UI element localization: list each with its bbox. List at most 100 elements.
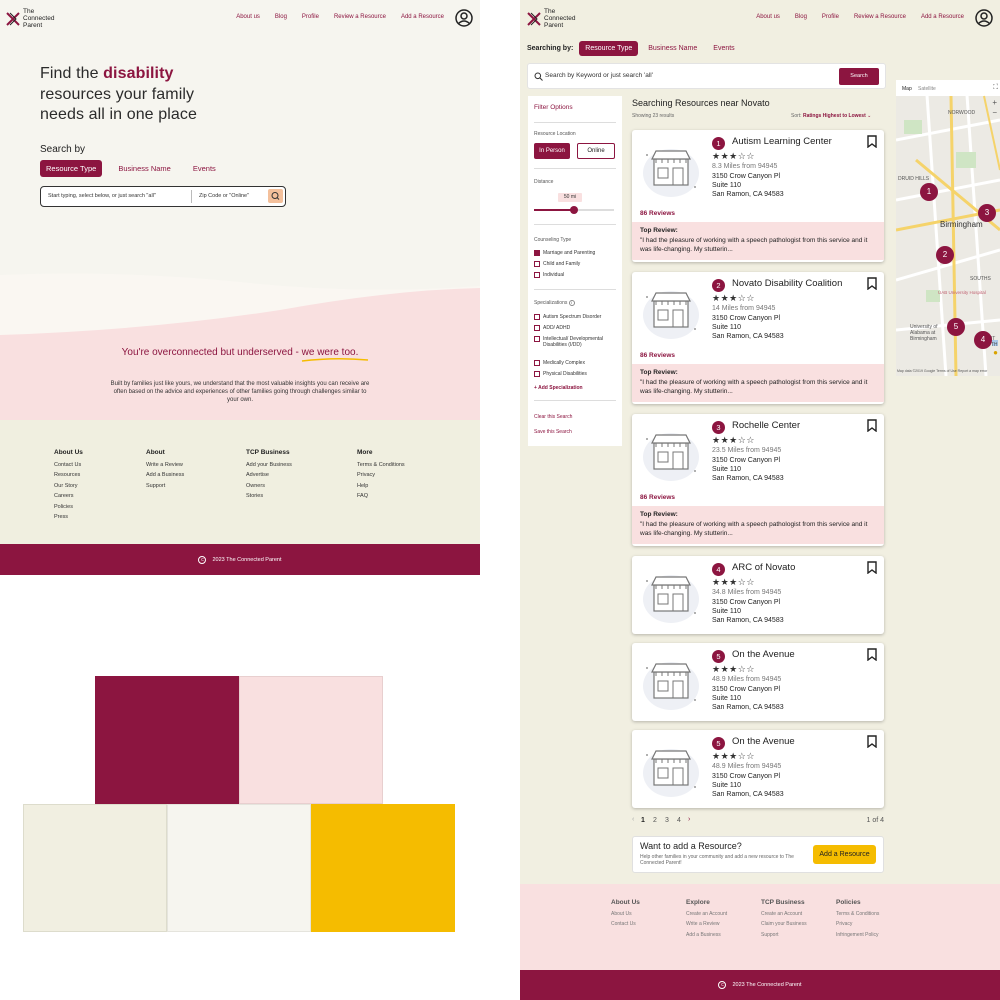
specialization-option[interactable]: Intellectual/ Developmental Disabilities… <box>534 336 620 348</box>
nav-profile[interactable]: Profile <box>822 14 839 20</box>
checkbox[interactable] <box>534 325 540 331</box>
resource-name[interactable]: ARC of Novato <box>732 562 795 573</box>
logo[interactable]: The Connected Parent <box>527 8 575 29</box>
footer-link[interactable]: FAQ <box>357 491 405 502</box>
info-icon[interactable]: i <box>568 300 575 306</box>
footer-link[interactable]: Resources <box>54 470 83 481</box>
footer-link[interactable]: About Us <box>611 909 640 920</box>
zoom-out-icon[interactable]: − <box>992 108 997 117</box>
user-circle-icon[interactable] <box>455 9 473 27</box>
resource-card[interactable]: 2 Novato Disability Coalition ★★★☆☆ 14 Mile… <box>632 272 884 404</box>
search-button[interactable]: Search <box>839 68 879 85</box>
save-search-link[interactable]: Save this Search <box>534 429 572 435</box>
resource-name[interactable]: Rochelle Center <box>732 420 800 431</box>
page-link[interactable]: 1 <box>641 817 645 824</box>
map-tab-satellite[interactable]: Satellite <box>918 86 936 92</box>
resource-name[interactable]: On the Avenue <box>732 649 795 660</box>
bookmark-icon[interactable] <box>867 561 877 574</box>
footer-link[interactable]: Add a Business <box>686 930 727 941</box>
chevron-right-icon[interactable]: › <box>688 816 690 823</box>
map-pin[interactable]: 4 <box>974 331 992 349</box>
page-link[interactable]: 3 <box>665 817 669 824</box>
footer-link[interactable]: Owners <box>246 481 292 492</box>
checkbox[interactable] <box>534 314 540 320</box>
resource-name[interactable]: On the Avenue <box>732 736 795 747</box>
checkbox-checked[interactable] <box>534 250 540 256</box>
bookmark-icon[interactable] <box>867 419 877 432</box>
checkbox[interactable] <box>534 371 540 377</box>
checkbox[interactable] <box>534 336 540 342</box>
footer-link[interactable]: Claim your Business <box>761 919 807 930</box>
distance-slider-handle[interactable] <box>570 206 578 214</box>
bookmark-icon[interactable] <box>867 648 877 661</box>
add-resource-button[interactable]: Add a Resource <box>813 845 876 864</box>
tab-business-name[interactable]: Business Name <box>642 41 703 56</box>
map-pin[interactable]: 1 <box>920 183 938 201</box>
footer-link[interactable]: Advertise <box>246 470 292 481</box>
tab-events[interactable]: Events <box>187 160 222 177</box>
map-pin[interactable]: 3 <box>978 204 996 222</box>
tab-business-name[interactable]: Business Name <box>112 160 177 177</box>
footer-link[interactable]: Help <box>357 481 405 492</box>
tab-resource-type[interactable]: Resource Type <box>579 41 639 56</box>
chevron-left-icon[interactable]: ‹ <box>632 816 634 823</box>
footer-link[interactable]: Contact Us <box>54 460 83 471</box>
page-link[interactable]: 2 <box>653 817 657 824</box>
specialization-option[interactable]: Autism Spectrum Disorder <box>534 314 601 320</box>
nav-blog[interactable]: Blog <box>275 14 287 20</box>
footer-link[interactable]: Careers <box>54 491 83 502</box>
nav-add-resource[interactable]: Add a Resource <box>921 14 964 20</box>
specialization-option[interactable]: Medically Complex <box>534 360 585 366</box>
results-map[interactable]: Map Satellite ⛶ + − NORWOOD DRUID HILLS … <box>896 80 1000 376</box>
footer-link[interactable]: Create an Account <box>686 909 727 920</box>
checkbox[interactable] <box>534 360 540 366</box>
resource-card[interactable]: 3 Rochelle Center ★★★☆☆ 23.5 Miles from 949… <box>632 414 884 546</box>
user-circle-icon[interactable] <box>975 9 993 27</box>
tab-events[interactable]: Events <box>707 41 740 56</box>
checkbox[interactable] <box>534 261 540 267</box>
in-person-toggle[interactable]: In Person <box>534 143 570 159</box>
specialization-option[interactable]: Physical Disabilities <box>534 371 587 377</box>
review-count[interactable]: 86 Reviews <box>640 494 675 501</box>
map-pin[interactable]: 5 <box>947 318 965 336</box>
map-pin[interactable]: 2 <box>936 246 954 264</box>
bookmark-icon[interactable] <box>867 735 877 748</box>
nav-add-resource[interactable]: Add a Resource <box>401 14 444 20</box>
bookmark-icon[interactable] <box>867 277 877 290</box>
nav-about-us[interactable]: About us <box>756 14 780 20</box>
footer-link[interactable]: Contact Us <box>611 919 640 930</box>
footer-link[interactable]: Write a Review <box>146 460 184 471</box>
footer-link[interactable]: Our Story <box>54 481 83 492</box>
search-button[interactable] <box>268 189 283 203</box>
resource-card[interactable]: 5 On the Avenue ★★★☆☆ 48.9 Miles from 94945… <box>632 643 884 721</box>
footer-link[interactable]: Add your Business <box>246 460 292 471</box>
logo[interactable]: The Connected Parent <box>6 8 54 29</box>
distance-slider[interactable] <box>534 206 614 214</box>
zip-input[interactable]: Zip Code or "Online" <box>199 193 249 199</box>
footer-link[interactable]: Infringement Policy <box>836 930 879 941</box>
page-link[interactable]: 4 <box>677 817 681 824</box>
zoom-in-icon[interactable]: + <box>992 98 997 107</box>
add-specialization-link[interactable]: + Add Specialization <box>534 385 583 391</box>
nav-profile[interactable]: Profile <box>302 14 319 20</box>
footer-link[interactable]: Create an Account <box>761 909 807 920</box>
footer-link[interactable]: Stories <box>246 491 292 502</box>
footer-link[interactable]: Write a Review <box>686 919 727 930</box>
footer-link[interactable]: Terms & Conditions <box>357 460 405 471</box>
resource-card[interactable]: 1 Autism Learning Center ★★★☆☆ 8.3 Miles fr… <box>632 130 884 262</box>
search-input[interactable]: Start typing, select below, or just sear… <box>48 193 156 199</box>
bookmark-icon[interactable] <box>867 135 877 148</box>
nav-blog[interactable]: Blog <box>795 14 807 20</box>
specialization-option[interactable]: ADD/ ADHD <box>534 325 570 331</box>
fullscreen-icon[interactable]: ⛶ <box>993 84 998 92</box>
nav-review-resource[interactable]: Review a Resource <box>854 14 906 20</box>
map-tab-map[interactable]: Map <box>902 86 912 92</box>
footer-link[interactable]: Policies <box>54 502 83 513</box>
counseling-option[interactable]: Individual <box>534 272 564 278</box>
resource-name[interactable]: Autism Learning Center <box>732 136 832 147</box>
nav-review-resource[interactable]: Review a Resource <box>334 14 386 20</box>
review-count[interactable]: 86 Reviews <box>640 210 675 217</box>
resource-name[interactable]: Novato Disability Coalition <box>732 278 842 289</box>
footer-link[interactable]: Support <box>761 930 807 941</box>
checkbox[interactable] <box>534 272 540 278</box>
